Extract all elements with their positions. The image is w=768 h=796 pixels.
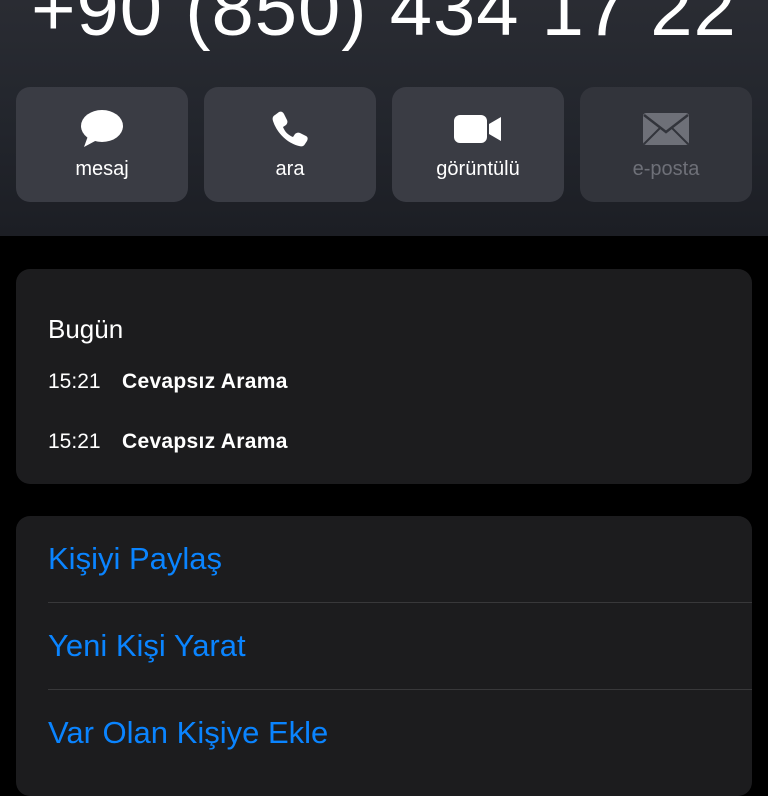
email-button[interactable]: e-posta [580, 87, 752, 202]
call-type: Cevapsız Arama [122, 370, 288, 393]
action-buttons: mesaj ara görüntülü e-posta [16, 87, 752, 202]
call-type: Cevapsız Arama [122, 430, 288, 453]
phone-number: +90 (850) 434 17 22 [31, 0, 737, 52]
call-time: 15:21 [48, 430, 101, 453]
add-to-existing-contact-label: Var Olan Kişiye Ekle [48, 715, 329, 750]
share-contact-button[interactable]: Kişiyi Paylaş [48, 516, 752, 603]
create-new-contact-label: Yeni Kişi Yarat [48, 628, 246, 663]
video-camera-icon [392, 109, 564, 149]
call-label: ara [275, 158, 305, 180]
call-button[interactable]: ara [204, 87, 376, 202]
call-history-row: 15:21 Cevapsız Arama [48, 367, 288, 397]
message-bubble-icon [16, 109, 188, 149]
email-label: e-posta [632, 158, 700, 180]
message-label: mesaj [75, 158, 129, 180]
add-to-existing-contact-button[interactable]: Var Olan Kişiye Ekle [48, 690, 752, 777]
envelope-icon [580, 109, 752, 149]
video-call-label: görüntülü [436, 158, 520, 180]
video-call-button[interactable]: görüntülü [392, 87, 564, 202]
contact-header: +90 (850) 434 17 22 mesaj ara görüntülü … [0, 0, 768, 236]
call-time: 15:21 [48, 370, 101, 393]
call-history-day: Bugün [48, 314, 124, 344]
phone-icon [204, 109, 376, 149]
share-contact-label: Kişiyi Paylaş [48, 541, 222, 576]
create-new-contact-button[interactable]: Yeni Kişi Yarat [48, 603, 752, 690]
message-button[interactable]: mesaj [16, 87, 188, 202]
call-history-row: 15:21 Cevapsız Arama [48, 427, 288, 457]
